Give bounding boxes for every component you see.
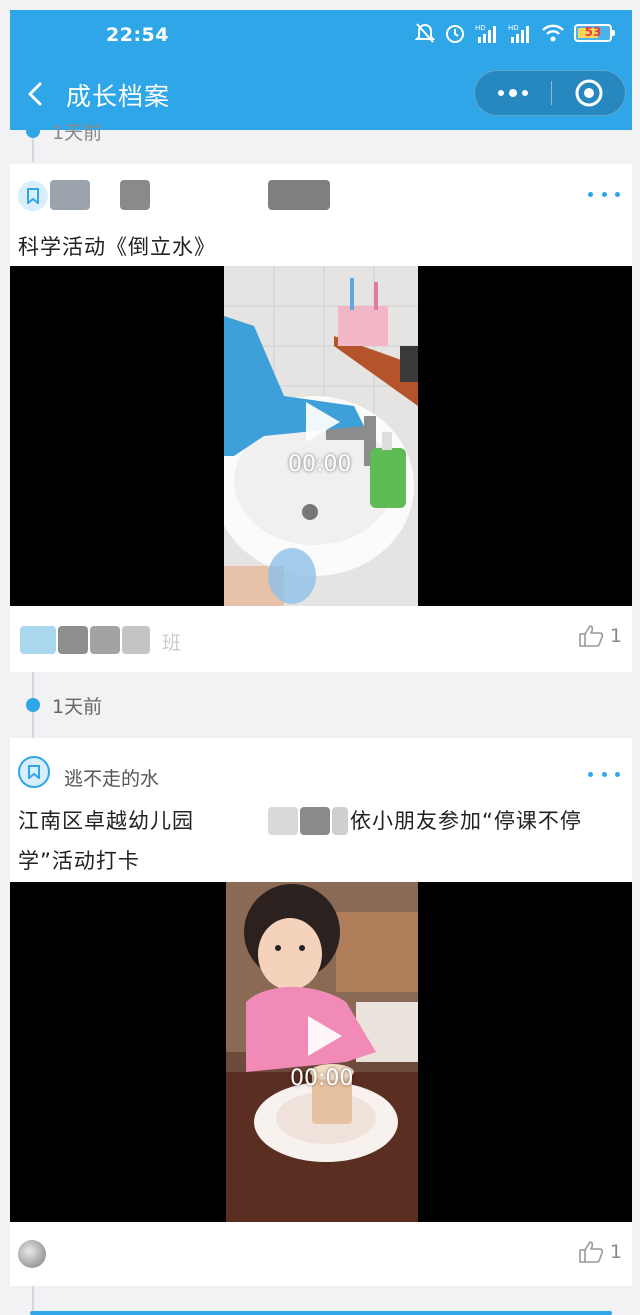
blurred-author <box>90 626 120 654</box>
video-player[interactable]: 00:00 <box>10 266 632 606</box>
like-count: 1 <box>609 625 622 647</box>
like-count: 1 <box>609 1241 622 1263</box>
post-footer: 1 <box>10 1222 632 1286</box>
timeline-dot <box>26 698 40 712</box>
status-time: 22:54 <box>106 24 169 46</box>
post-title-part1: 江南区卓越幼儿园 <box>18 809 194 833</box>
video-duration: 00:00 <box>290 1066 354 1091</box>
video-player[interactable]: 00:00 <box>10 882 632 1222</box>
post-footer: 班 1 <box>10 606 632 670</box>
video-duration: 00:00 <box>288 452 352 477</box>
post-card-2: 逃不走的水 江南区卓越幼儿园 依小朋友参加“停课不停 学”活动打卡 00:00 … <box>10 738 632 1286</box>
nav-bar: 成长档案 <box>10 60 632 128</box>
app-screen: 22:54 HD HD 53 成长档案 1天前 科学活动《倒立水》 00:00 … <box>0 0 640 1315</box>
ellipsis-icon <box>498 89 528 97</box>
bookmark-icon <box>18 756 50 788</box>
target-close-icon <box>575 79 602 107</box>
blurred-author <box>58 626 88 654</box>
signal-icon-2: HD <box>508 24 529 43</box>
svg-text:HD: HD <box>508 24 519 32</box>
alarm-icon <box>446 25 464 43</box>
post-header: 逃不走的水 <box>10 738 632 798</box>
blurred-author <box>122 626 150 654</box>
play-icon <box>308 1016 342 1056</box>
close-button[interactable] <box>552 71 625 115</box>
timeline-time-label: 1天前 <box>52 696 103 718</box>
like-button[interactable]: 1 <box>578 1240 622 1264</box>
post-header <box>10 164 632 224</box>
thumbs-up-icon <box>579 1241 604 1263</box>
back-icon[interactable] <box>22 80 50 108</box>
blurred-tag-label <box>268 180 330 210</box>
play-icon <box>306 402 340 442</box>
battery-icon: 53 <box>574 24 615 42</box>
blurred-tag-label <box>50 180 90 210</box>
status-bar: 22:54 HD HD 53 <box>10 10 632 60</box>
post-more-button[interactable] <box>588 184 620 204</box>
wifi-icon <box>542 24 564 42</box>
like-button[interactable]: 1 <box>578 624 622 648</box>
post-title-part2: 依小朋友参加“停课不停 <box>350 809 582 833</box>
timeline-dot <box>26 124 40 138</box>
class-name-suffix: 班 <box>162 632 182 654</box>
post-title: 科学活动《倒立水》 <box>18 235 216 259</box>
bottom-bar <box>30 1311 612 1315</box>
mini-program-capsule <box>474 70 626 116</box>
more-button[interactable] <box>475 71 551 115</box>
blurred-child-name <box>300 807 330 835</box>
timeline-row: 1天前 <box>10 672 632 738</box>
timeline-line <box>32 138 34 162</box>
author-avatar[interactable] <box>18 1240 46 1268</box>
timeline-time-label: 1天前 <box>52 122 103 144</box>
blurred-tag-label <box>120 180 150 210</box>
thumbs-up-icon <box>579 625 604 647</box>
battery-level: 53 <box>584 25 602 39</box>
post-more-button[interactable] <box>588 764 620 784</box>
post-title-line2: 学”活动打卡 <box>18 849 140 873</box>
timeline-row-bottom <box>10 1286 632 1315</box>
bookmark-icon <box>18 181 48 211</box>
header: 22:54 HD HD 53 成长档案 <box>10 10 632 130</box>
blurred-author <box>20 626 56 654</box>
blurred-child-name <box>268 807 298 835</box>
timeline-row-top: 1天前 <box>10 122 632 164</box>
post-tag-label: 逃不走的水 <box>64 768 160 790</box>
signal-icon: HD <box>475 24 496 43</box>
blurred-child-name <box>332 807 348 835</box>
post-card-1: 科学活动《倒立水》 00:00 班 1 <box>10 164 632 672</box>
page-title: 成长档案 <box>66 82 171 111</box>
mute-bell-icon <box>415 23 435 43</box>
status-icons: HD HD 53 <box>415 22 615 44</box>
svg-text:HD: HD <box>475 24 486 32</box>
